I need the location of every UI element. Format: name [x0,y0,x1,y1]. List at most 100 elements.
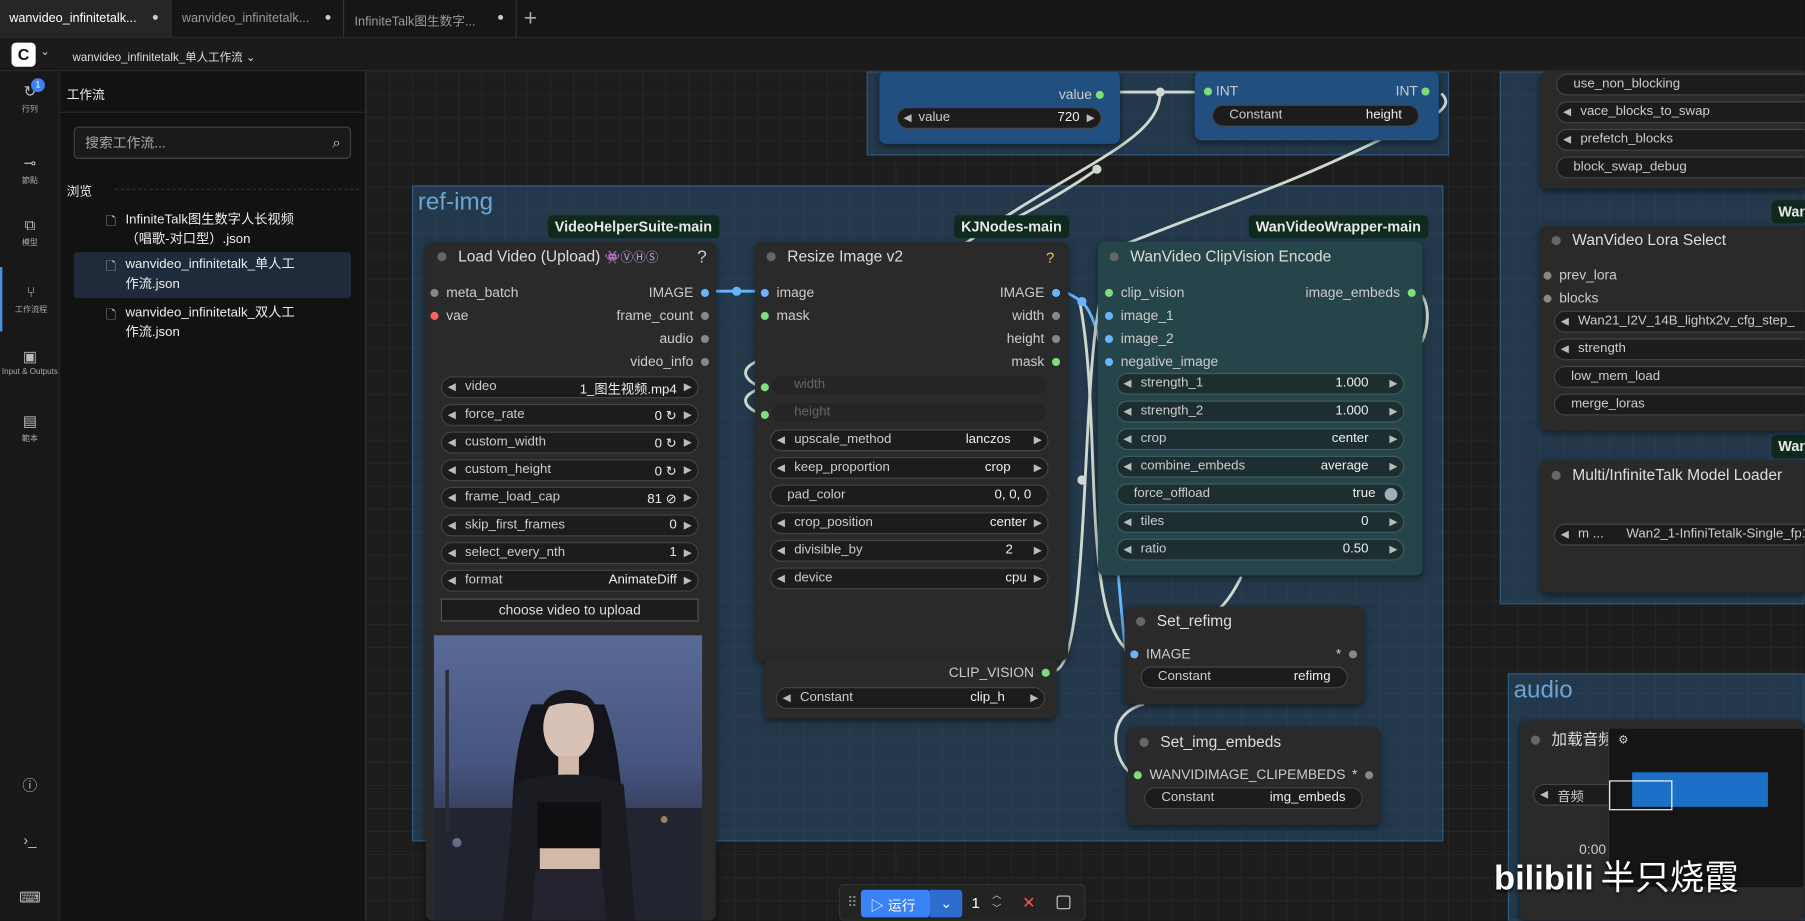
low-mem-load-widget[interactable]: low_mem_load [1553,366,1805,388]
arrow-right-icon[interactable]: ▶ [1034,462,1042,475]
arrow-right-icon[interactable]: ▶ [1087,112,1095,125]
node-block-swap[interactable]: use_non_blocking ◀ vace_blocks_to_swap ◀ p… [1540,71,1805,189]
input-socket[interactable] [1133,771,1142,780]
arrow-left-icon[interactable]: ◀ [448,436,456,449]
input-int[interactable]: INT [1203,82,1238,100]
arrow-right-icon[interactable]: ▶ [1034,517,1042,530]
cancel-icon[interactable]: ✕ [1022,893,1036,913]
input-meta-batch[interactable]: meta_batch [430,283,518,301]
arrow-left-icon[interactable]: ◀ [1561,343,1569,356]
add-tab-icon[interactable]: + [524,6,537,32]
sidebar-item-models[interactable]: ⧉ 模型 [0,216,60,248]
arrow-right-icon[interactable]: ▶ [1034,434,1042,447]
select-every-nth-widget[interactable]: ◀ select_every_nth 1 ▶ [440,542,699,564]
input-socket[interactable] [430,289,439,298]
toggle-knob[interactable] [1384,488,1398,501]
merge-loras-widget[interactable]: merge_loras [1553,393,1805,416]
help-icon[interactable]: ? [1046,249,1054,267]
output-socket[interactable] [1095,91,1104,100]
input-vae[interactable]: vae [430,306,468,324]
output-socket[interactable] [1052,358,1061,367]
input-image-1[interactable]: image_1 [1104,306,1174,324]
output-socket[interactable] [1365,771,1374,780]
skip-first-frames-widget[interactable]: ◀ skip_first_frames 0 ▶ [440,514,699,537]
arrow-left-icon[interactable]: ◀ [783,692,791,705]
node-load-video[interactable]: Load Video (Upload) 👾ⓋⒽⓈ ? meta_batch va… [425,241,716,921]
input-clipembeds[interactable]: WANVIDIMAGE_CLIPEMBEDS [1133,765,1345,783]
arrow-left-icon[interactable]: ◀ [777,572,785,585]
arrow-left-icon[interactable]: ◀ [448,547,456,560]
output-image[interactable]: IMAGE [649,283,710,301]
batch-count-input[interactable]: 1 [971,894,979,911]
workflow-title[interactable]: wanvideo_infinitetalk_单人工作流 ⌄ [73,47,256,65]
list-item-workflow-file[interactable]: 🗋 wanvideo_infinitetalk_单人工 作流.json [73,252,352,299]
comfy-logo-icon[interactable]: C [11,42,36,67]
sidebar-item-input-outputs[interactable]: ▣ Input & Outputs [0,348,60,377]
arrow-left-icon[interactable]: ◀ [904,112,912,125]
node-lora-select[interactable]: WanVideo Lora Select prev_lora blocks ◀ W… [1540,225,1805,431]
input-mask[interactable]: mask [760,306,810,324]
output-mask[interactable]: mask [1011,352,1061,370]
chevron-down-icon[interactable]: ﹀ [992,902,1001,916]
minimap-viewport[interactable] [1609,780,1673,811]
arrow-right-icon[interactable]: ▶ [1389,543,1397,556]
arrow-left-icon[interactable]: ◀ [777,434,785,447]
output-clip-vision[interactable]: CLIP_VISION [949,663,1050,681]
input-socket[interactable] [760,312,769,321]
arrow-right-icon[interactable]: ▶ [1034,572,1042,585]
upscale-method-widget[interactable]: ◀ upscale_method lanczos ▶ [770,429,1049,452]
input-socket[interactable] [1104,289,1114,298]
output-video-info[interactable]: video_info [630,352,710,370]
node-int-value[interactable]: value ◀ value 720 ▶ [879,71,1120,144]
input-image-2[interactable]: image_2 [1104,329,1174,347]
run-button[interactable]: ▷ 运行 [860,889,931,918]
output-socket[interactable] [1407,289,1416,298]
arrow-left-icon[interactable]: ◀ [1540,788,1548,801]
arrow-left-icon[interactable]: ◀ [1123,405,1131,418]
output-socket[interactable] [1052,289,1061,298]
input-socket[interactable] [760,383,769,392]
collapse-dot[interactable] [1109,252,1119,262]
block-swap-debug-widget[interactable]: block_swap_debug [1556,156,1805,179]
input-socket[interactable] [760,411,769,420]
arrow-right-icon[interactable]: ▶ [684,464,692,477]
arrow-left-icon[interactable]: ◀ [1563,134,1571,147]
input-blocks[interactable]: blocks [1543,289,1598,307]
arrow-left-icon[interactable]: ◀ [1561,315,1569,328]
node-resize-image[interactable]: Resize Image v2 ? image mask IMAGE width… [755,241,1069,661]
arrow-right-icon[interactable]: ▶ [684,574,692,587]
arrow-left-icon[interactable]: ◀ [448,409,456,422]
model-select-widget[interactable]: ◀ m ... Wan2_1-InfiniTetalk-Single_fp1( [1553,523,1805,546]
arrow-left-icon[interactable]: ◀ [1123,460,1131,473]
img-embeds-constant-widget[interactable]: Constant img_embeds [1144,787,1363,810]
arrow-left-icon[interactable]: ◀ [1563,106,1571,119]
force-rate-widget[interactable]: ◀ force_rate 0 ↻ ▶ [440,404,699,426]
value-widget[interactable]: ◀ value 720 ▶ [896,107,1102,129]
sidebar-item-workflows[interactable]: ⑂ 工作流程 [0,267,60,332]
keep-proportion-widget[interactable]: ◀ keep_proportion crop ▶ [770,456,1049,479]
custom-width-widget[interactable]: ◀ custom_width 0 ↻ ▶ [440,431,699,454]
collapse-dot[interactable] [1551,470,1561,480]
arrow-right-icon[interactable]: ▶ [1030,692,1038,705]
arrow-right-icon[interactable]: ▶ [1389,460,1397,473]
arrow-right-icon[interactable]: ▶ [684,409,692,422]
node-clipvision-encode[interactable]: WanVideo ClipVision Encode clip_vision i… [1098,241,1423,576]
arrow-left-icon[interactable]: ◀ [1123,516,1131,529]
node-set-refimg[interactable]: Set_refimg IMAGE * Constant refimg [1124,606,1364,705]
output-socket[interactable] [700,289,710,298]
node-set-img-embeds[interactable]: Set_img_embeds WANVIDIMAGE_CLIPEMBEDS * … [1127,727,1381,826]
graph-canvas[interactable]: ref-img audio value ◀ value 720 ▶ INT IN… [366,71,1805,921]
arrow-right-icon[interactable]: ▶ [684,436,692,449]
output-image[interactable]: IMAGE [1000,283,1061,301]
format-widget[interactable]: ◀ format AnimateDiff ▶ [440,569,699,592]
batch-count-stepper[interactable]: ︿ ﹀ [992,889,1001,917]
arrow-left-icon[interactable]: ◀ [1123,433,1131,446]
arrow-left-icon[interactable]: ◀ [1123,543,1131,556]
output-socket[interactable] [1052,312,1061,321]
input-socket[interactable] [1543,295,1552,304]
lora-name-widget[interactable]: ◀ Wan21_I2V_14B_lightx2v_cfg_step_ [1553,310,1805,333]
output-audio[interactable]: audio [659,329,710,347]
chevron-up-icon[interactable]: ︿ [992,889,1001,903]
output-frame-count[interactable]: frame_count [617,306,710,324]
force-offload-toggle[interactable]: force_offload true [1116,483,1405,506]
